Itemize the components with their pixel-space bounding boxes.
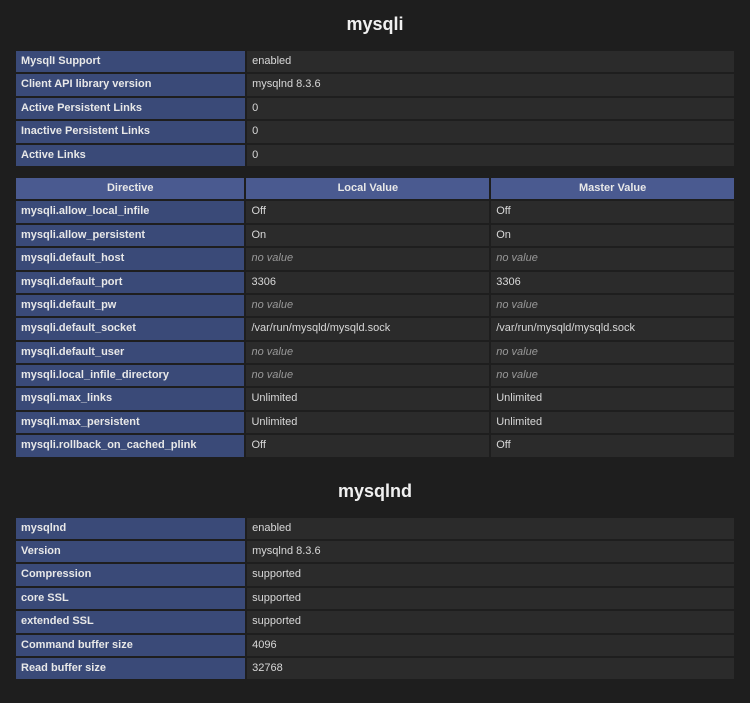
row-value: supported (247, 611, 734, 632)
table-row: mysqlndenabled (16, 518, 734, 539)
directive-key: mysqli.default_pw (16, 295, 244, 316)
table-row: core SSLsupported (16, 588, 734, 609)
row-value: mysqlnd 8.3.6 (247, 541, 734, 562)
table-row: mysqli.max_persistentUnlimitedUnlimited (16, 412, 734, 433)
row-value: mysqlnd 8.3.6 (247, 74, 734, 95)
table-row: Compressionsupported (16, 564, 734, 585)
row-key: Inactive Persistent Links (16, 121, 245, 142)
table-row: mysqli.max_linksUnlimitedUnlimited (16, 388, 734, 409)
directive-master-value: On (491, 225, 734, 246)
directive-master-value: no value (491, 342, 734, 363)
row-key: Active Persistent Links (16, 98, 245, 119)
directive-key: mysqli.default_socket (16, 318, 244, 339)
directive-key: mysqli.max_persistent (16, 412, 244, 433)
row-value: 0 (247, 145, 734, 166)
row-value: 0 (247, 121, 734, 142)
col-master-value: Master Value (491, 178, 734, 199)
directive-local-value: no value (246, 295, 489, 316)
directive-key: mysqli.allow_local_infile (16, 201, 244, 222)
table-row: mysqli.local_infile_directoryno valueno … (16, 365, 734, 386)
row-value: supported (247, 588, 734, 609)
section-heading-mysqli: mysqli (14, 0, 736, 49)
table-row: mysqli.default_hostno valueno value (16, 248, 734, 269)
row-key: Compression (16, 564, 245, 585)
table-row: mysqli.default_pwno valueno value (16, 295, 734, 316)
directive-key: mysqli.default_port (16, 272, 244, 293)
directive-master-value: /var/run/mysqld/mysqld.sock (491, 318, 734, 339)
table-row: Active Persistent Links0 (16, 98, 734, 119)
directive-master-value: Unlimited (491, 412, 734, 433)
table-row: extended SSLsupported (16, 611, 734, 632)
table-row: mysqli.allow_persistentOnOn (16, 225, 734, 246)
directive-local-value: /var/run/mysqld/mysqld.sock (246, 318, 489, 339)
row-key: extended SSL (16, 611, 245, 632)
row-key: Read buffer size (16, 658, 245, 679)
directive-key: mysqli.default_user (16, 342, 244, 363)
row-value: 0 (247, 98, 734, 119)
info-table-mysqli: MysqlI SupportenabledClient API library … (14, 49, 736, 168)
directive-master-value: Off (491, 201, 734, 222)
directive-local-value: no value (246, 342, 489, 363)
row-value: enabled (247, 51, 734, 72)
row-key: Version (16, 541, 245, 562)
row-value: 4096 (247, 635, 734, 656)
directive-key: mysqli.default_host (16, 248, 244, 269)
table-row: mysqli.default_userno valueno value (16, 342, 734, 363)
section-heading-mysqlnd: mysqlnd (14, 467, 736, 516)
directive-local-value: Unlimited (246, 388, 489, 409)
row-key: Client API library version (16, 74, 245, 95)
row-key: Command buffer size (16, 635, 245, 656)
directive-master-value: no value (491, 295, 734, 316)
col-local-value: Local Value (246, 178, 489, 199)
table-row: Active Links0 (16, 145, 734, 166)
table-row: MysqlI Supportenabled (16, 51, 734, 72)
row-value: 32768 (247, 658, 734, 679)
table-row: Versionmysqlnd 8.3.6 (16, 541, 734, 562)
row-value: supported (247, 564, 734, 585)
row-key: Active Links (16, 145, 245, 166)
directive-master-value: 3306 (491, 272, 734, 293)
directive-local-value: On (246, 225, 489, 246)
directive-master-value: Off (491, 435, 734, 456)
table-row: mysqli.rollback_on_cached_plinkOffOff (16, 435, 734, 456)
row-key: mysqlnd (16, 518, 245, 539)
row-key: MysqlI Support (16, 51, 245, 72)
row-key: core SSL (16, 588, 245, 609)
table-row: Inactive Persistent Links0 (16, 121, 734, 142)
col-directive: Directive (16, 178, 244, 199)
directive-key: mysqli.max_links (16, 388, 244, 409)
table-row: mysqli.default_socket/var/run/mysqld/mys… (16, 318, 734, 339)
table-row: mysqli.allow_local_infileOffOff (16, 201, 734, 222)
directive-key: mysqli.allow_persistent (16, 225, 244, 246)
directive-table-mysqli: Directive Local Value Master Value mysql… (14, 176, 736, 459)
directive-local-value: Off (246, 201, 489, 222)
table-row: Read buffer size32768 (16, 658, 734, 679)
table-row: mysqli.default_port33063306 (16, 272, 734, 293)
row-value: enabled (247, 518, 734, 539)
directive-local-value: Off (246, 435, 489, 456)
directive-master-value: Unlimited (491, 388, 734, 409)
table-row: Command buffer size4096 (16, 635, 734, 656)
table-row: Client API library versionmysqlnd 8.3.6 (16, 74, 734, 95)
directive-local-value: no value (246, 248, 489, 269)
info-table-mysqlnd: mysqlndenabledVersionmysqlnd 8.3.6Compre… (14, 516, 736, 682)
directive-master-value: no value (491, 365, 734, 386)
directive-local-value: 3306 (246, 272, 489, 293)
directive-local-value: Unlimited (246, 412, 489, 433)
directive-master-value: no value (491, 248, 734, 269)
directive-key: mysqli.rollback_on_cached_plink (16, 435, 244, 456)
directive-local-value: no value (246, 365, 489, 386)
directive-key: mysqli.local_infile_directory (16, 365, 244, 386)
